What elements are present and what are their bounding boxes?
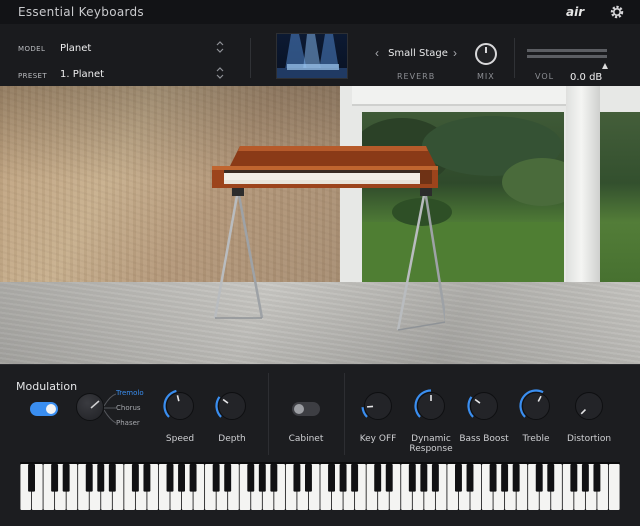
black-key (547, 464, 555, 492)
black-key (466, 464, 474, 492)
modulation-title: Modulation (16, 380, 78, 393)
black-key (51, 464, 59, 492)
black-key (189, 464, 197, 492)
mode-connector-lines (104, 393, 116, 424)
black-key (501, 464, 509, 492)
treble-label: Treble (522, 434, 550, 444)
stage-image-icon (277, 34, 347, 78)
distortion-label: Distortion (566, 434, 612, 444)
title-bar: Essential Keyboards (0, 0, 640, 24)
black-key (212, 464, 220, 492)
key-off-label: Key OFF (359, 434, 397, 444)
dynamic-response-label: Dynamic Response (409, 434, 453, 454)
header-controls: MODEL Planet PRESET 1. Planet ‹ Small St… (0, 24, 640, 86)
bass-boost-knob[interactable] (467, 389, 501, 423)
piano-keyboard[interactable] (20, 462, 620, 510)
black-key (108, 464, 116, 492)
instrument-scene (0, 86, 640, 364)
black-key (270, 464, 278, 492)
level-meter-right (527, 55, 607, 58)
speed-knob[interactable] (163, 389, 197, 423)
room-thumbnail[interactable] (276, 33, 348, 79)
black-key (420, 464, 428, 492)
black-key (166, 464, 174, 492)
black-key (512, 464, 520, 492)
black-key (131, 464, 139, 492)
black-key (351, 464, 359, 492)
black-key (374, 464, 382, 492)
black-key (339, 464, 347, 492)
treble-knob[interactable] (519, 389, 553, 423)
room-next-button[interactable]: › (453, 46, 457, 60)
modulation-toggle[interactable] (30, 402, 58, 416)
header-divider (250, 38, 251, 78)
level-meter-left (527, 49, 607, 52)
black-key (258, 464, 266, 492)
preset-value[interactable]: 1. Planet (60, 69, 104, 80)
model-label: MODEL (18, 45, 46, 53)
black-key (224, 464, 232, 492)
mode-phaser[interactable]: Phaser (116, 419, 140, 427)
model-value[interactable]: Planet (60, 43, 91, 54)
black-key (593, 464, 601, 492)
model-stepper[interactable] (214, 39, 226, 55)
dynamic-response-knob[interactable] (414, 389, 448, 423)
mix-knob[interactable] (475, 43, 497, 65)
black-key (385, 464, 393, 492)
gear-icon[interactable] (608, 3, 626, 21)
black-key (328, 464, 335, 492)
header-divider-2 (514, 38, 515, 78)
preset-stepper[interactable] (214, 65, 226, 81)
cabinet-toggle[interactable] (292, 402, 320, 416)
mode-chorus[interactable]: Chorus (116, 404, 141, 412)
speed-label: Speed (165, 434, 195, 444)
white-key (608, 464, 620, 510)
mix-label: MIX (477, 72, 495, 81)
key-off-knob[interactable] (361, 389, 395, 423)
black-key (570, 464, 578, 492)
volume-slider-handle[interactable] (602, 63, 608, 69)
reverb-label: REVERB (397, 72, 436, 81)
black-key (28, 464, 35, 492)
keys[interactable] (20, 464, 620, 512)
bass-boost-label: Bass Boost (459, 434, 509, 444)
black-key (455, 464, 462, 492)
black-key (247, 464, 255, 492)
distortion-knob[interactable] (572, 389, 606, 423)
room-prev-button[interactable]: ‹ (375, 46, 379, 60)
black-key (408, 464, 416, 492)
vol-value[interactable]: 0.0 dB (570, 72, 602, 83)
electric-piano-image (212, 146, 445, 331)
depth-knob[interactable] (215, 389, 249, 423)
black-key (293, 464, 301, 492)
app-title: Essential Keyboards (18, 5, 144, 19)
black-key (305, 464, 312, 492)
black-key (143, 464, 151, 492)
black-key (581, 464, 589, 492)
black-key (62, 464, 70, 492)
depth-label: Depth (218, 434, 246, 444)
black-key (431, 464, 439, 492)
black-key (535, 464, 543, 492)
modulation-mode-selector[interactable] (76, 393, 104, 421)
black-key (178, 464, 185, 492)
black-key (97, 464, 105, 492)
black-key (85, 464, 93, 492)
vol-label: VOL (535, 72, 555, 81)
preset-label: PRESET (18, 72, 48, 80)
black-key (489, 464, 497, 492)
room-name[interactable]: Small Stage (388, 48, 448, 59)
mode-tremolo[interactable]: Tremolo (116, 389, 144, 397)
brand-logo: air (566, 5, 585, 19)
cabinet-label: Cabinet (288, 434, 324, 444)
